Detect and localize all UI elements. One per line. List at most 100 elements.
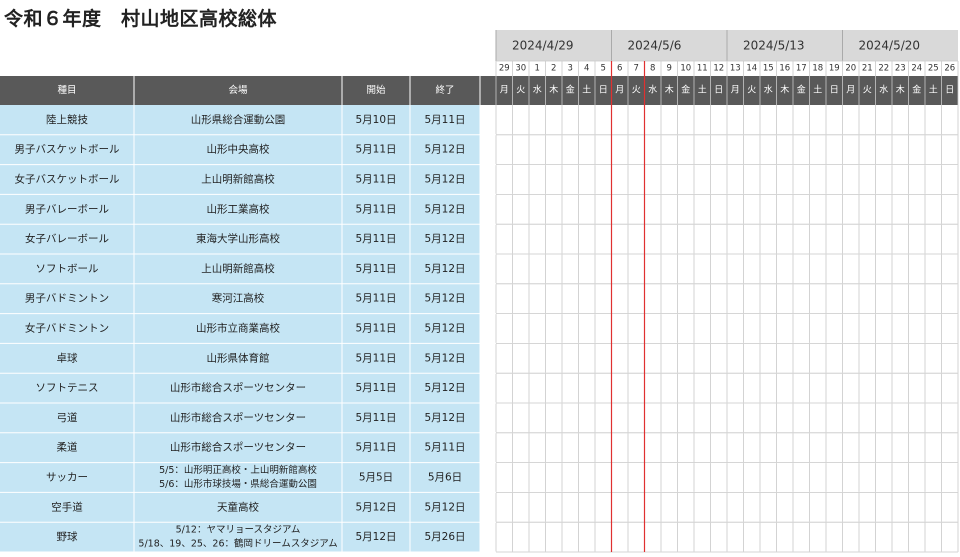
task-start-label: 5月11日 xyxy=(355,203,396,215)
day-number-label: 18 xyxy=(812,64,823,74)
task-venue-label: 寒河江高校 xyxy=(212,292,265,305)
weekday-label: 日 xyxy=(599,85,608,96)
task-start-label: 5月11日 xyxy=(355,323,396,335)
weekday-label: 火 xyxy=(863,85,872,96)
task-start-label: 5月11日 xyxy=(355,263,396,275)
task-event-label: 女子バスケットボール xyxy=(15,173,120,186)
task-end-label: 5月12日 xyxy=(424,174,465,186)
task-end-label: 5月12日 xyxy=(424,293,465,305)
weekday-label: 木 xyxy=(665,84,674,96)
column-header-event: 種目 xyxy=(57,85,76,96)
day-number-label: 20 xyxy=(845,64,856,74)
day-number-label: 1 xyxy=(535,64,540,74)
day-number-label: 30 xyxy=(515,64,526,74)
task-end-label: 5月12日 xyxy=(424,412,465,424)
task-venue-label: 東海大学山形高校 xyxy=(196,232,280,245)
weekday-label: 土 xyxy=(929,84,938,96)
day-number-label: 10 xyxy=(680,64,691,74)
day-number-label: 29 xyxy=(499,64,510,74)
task-venue-label: 山形市総合スポーツセンター xyxy=(170,441,306,454)
week-label: 2024/5/6 xyxy=(628,39,682,53)
day-number-label: 24 xyxy=(911,64,922,74)
day-number-label: 2 xyxy=(551,64,556,74)
task-venue-label: 5/6：山形市球技場・県総合運動公園 xyxy=(159,478,317,490)
task-start-label: 5月11日 xyxy=(355,293,396,305)
weekday-label: 土 xyxy=(698,84,707,96)
day-number-label: 7 xyxy=(634,64,639,74)
day-number-label: 22 xyxy=(878,64,889,74)
task-event-label: 野球 xyxy=(57,530,78,543)
day-number-label: 16 xyxy=(779,64,790,74)
weekday-label: 火 xyxy=(632,85,641,96)
task-event-label: サッカー xyxy=(46,472,88,484)
weekday-label: 土 xyxy=(582,84,591,96)
task-venue-label: 5/18、19、25、26：鶴岡ドリームスタジアム xyxy=(138,538,337,550)
task-end-label: 5月12日 xyxy=(424,233,465,245)
week-label: 2024/5/20 xyxy=(859,39,921,53)
task-event-label: 女子バドミントン xyxy=(25,322,109,335)
task-event-label: 女子バレーボール xyxy=(25,232,109,245)
weekday-label: 月 xyxy=(615,85,624,96)
task-venue-label: 山形県総合運動公園 xyxy=(191,113,286,126)
task-end-label: 5月12日 xyxy=(424,323,465,335)
task-venue-label: 5/5：山形明正高校・上山明新館高校 xyxy=(159,464,317,476)
day-number-label: 21 xyxy=(862,64,873,74)
task-end-label: 5月6日 xyxy=(428,472,462,484)
task-event-label: 空手道 xyxy=(51,500,83,513)
day-number-label: 6 xyxy=(617,64,622,74)
task-venue-label: 山形中央高校 xyxy=(207,143,270,156)
task-venue-label: 山形工業高校 xyxy=(207,202,270,215)
day-number-label: 4 xyxy=(584,64,589,74)
task-venue-label: 天童高校 xyxy=(217,500,259,513)
task-venue-label: 山形市立商業高校 xyxy=(196,322,280,335)
task-start-label: 5月11日 xyxy=(355,144,396,156)
task-venue-label: 上山明新館高校 xyxy=(201,173,275,186)
weekday-label: 月 xyxy=(731,85,740,96)
weekday-label: 月 xyxy=(500,85,509,96)
day-number-label: 26 xyxy=(944,64,955,74)
task-event-label: ソフトボール xyxy=(36,263,99,275)
weekday-label: 木 xyxy=(549,84,558,96)
day-number-label: 5 xyxy=(601,64,606,74)
column-header-end: 終了 xyxy=(435,84,454,96)
day-number-label: 25 xyxy=(928,64,939,74)
week-label: 2024/4/29 xyxy=(512,39,574,53)
day-number-label: 19 xyxy=(829,64,840,74)
weekday-label: 火 xyxy=(516,85,525,96)
weekday-label: 金 xyxy=(912,84,921,96)
task-event-label: 卓球 xyxy=(57,351,78,364)
task-start-label: 5月11日 xyxy=(355,382,396,394)
task-start-label: 5月11日 xyxy=(355,233,396,245)
weekday-label: 水 xyxy=(648,84,657,96)
task-venue-label: 山形市総合スポーツセンター xyxy=(170,381,306,394)
column-header-start: 開始 xyxy=(366,84,386,96)
task-end-label: 5月26日 xyxy=(424,531,465,543)
weekday-label: 月 xyxy=(846,85,855,96)
task-event-label: 男子バドミントン xyxy=(25,293,109,305)
task-start-label: 5月12日 xyxy=(355,531,396,543)
task-venue-label: 山形県体育館 xyxy=(207,351,270,364)
task-event-label: 男子バスケットボール xyxy=(15,144,120,156)
day-number-label: 15 xyxy=(763,64,774,74)
day-number-label: 9 xyxy=(667,64,672,74)
day-number-label: 23 xyxy=(895,64,906,74)
weekday-label: 日 xyxy=(830,85,839,96)
weekday-label: 日 xyxy=(714,85,723,96)
task-start-label: 5月11日 xyxy=(355,412,396,424)
weekday-label: 金 xyxy=(566,84,575,96)
task-end-label: 5月12日 xyxy=(424,501,465,513)
task-end-label: 5月12日 xyxy=(424,352,465,364)
column-header-venue: 会場 xyxy=(228,84,248,96)
weekday-label: 木 xyxy=(780,84,789,96)
task-start-label: 5月10日 xyxy=(355,114,396,126)
day-number-label: 13 xyxy=(730,64,741,74)
task-start-label: 5月11日 xyxy=(355,442,396,454)
day-number-label: 14 xyxy=(746,64,757,74)
gantt-chart: 2024/4/29 2024/5/6 2024/5/13 2024/5/2029 30 1… xyxy=(0,30,959,553)
task-start-label: 5月5日 xyxy=(359,472,393,484)
day-number-label: 12 xyxy=(713,64,724,74)
weekday-label: 水 xyxy=(533,84,542,96)
task-event-label: 弓道 xyxy=(57,411,78,424)
weekday-label: 土 xyxy=(813,84,822,96)
day-number-label: 3 xyxy=(568,64,573,74)
